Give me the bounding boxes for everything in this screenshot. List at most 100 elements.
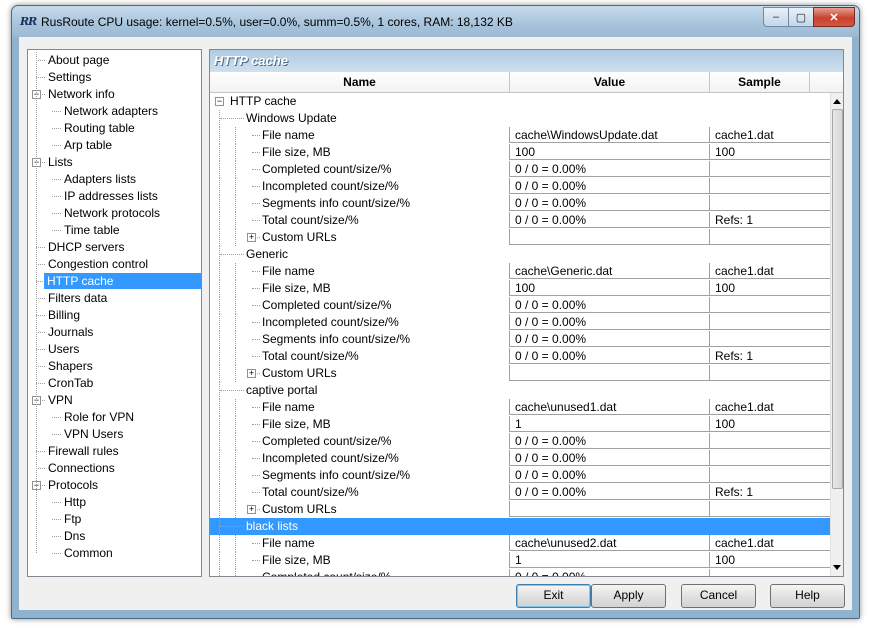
tree-item[interactable]: Dns xyxy=(62,528,87,544)
tree-item[interactable]: Time table xyxy=(62,222,122,238)
property-row[interactable]: Segments info count/size/% 0 / 0 = 0.00% xyxy=(210,331,831,348)
tree-item[interactable]: Network adapters xyxy=(62,103,160,119)
tree-item[interactable]: Arp table xyxy=(62,137,114,153)
expand-icon[interactable]: + xyxy=(247,369,256,378)
tree-item[interactable]: Filters data xyxy=(46,290,109,306)
tree-item[interactable]: Congestion control xyxy=(46,256,150,272)
property-row[interactable]: Completed count/size/% 0 / 0 = 0.00% xyxy=(210,161,831,178)
property-value[interactable]: 0 / 0 = 0.00% xyxy=(509,297,709,313)
tree-item[interactable]: VPN Users xyxy=(62,426,125,442)
tree-item[interactable]: Adapters lists xyxy=(62,171,138,187)
property-row[interactable]: File size, MB 1 100 xyxy=(210,416,831,433)
property-value[interactable]: 0 / 0 = 0.00% xyxy=(509,161,709,177)
tree-item[interactable]: HTTP cache xyxy=(44,273,201,289)
tree-item[interactable]: Shapers xyxy=(46,358,95,374)
help-button[interactable]: Help xyxy=(770,584,845,608)
property-row[interactable]: Total count/size/% 0 / 0 = 0.00% Refs: 1 xyxy=(210,348,831,365)
tree-item[interactable]: Connections xyxy=(46,460,117,476)
property-value[interactable]: 1 xyxy=(509,552,709,568)
column-header-value[interactable]: Value xyxy=(510,72,710,92)
property-row[interactable]: File name cache\Generic.dat cache1.dat xyxy=(210,263,831,280)
property-value[interactable] xyxy=(509,501,709,517)
tree-item[interactable]: Journals xyxy=(46,324,95,340)
property-grid[interactable]: − HTTP cache Windows Update File name cache\… xyxy=(210,93,831,576)
group-row[interactable]: Generic xyxy=(210,246,831,263)
collapse-icon[interactable]: − xyxy=(215,97,224,106)
vertical-scrollbar[interactable] xyxy=(830,93,843,576)
tree-item[interactable]: Common xyxy=(62,545,115,561)
property-value[interactable]: 0 / 0 = 0.00% xyxy=(509,314,709,330)
property-row[interactable]: Segments info count/size/% 0 / 0 = 0.00% xyxy=(210,467,831,484)
property-row[interactable]: + Custom URLs xyxy=(210,501,831,518)
tree-item[interactable]: Role for VPN xyxy=(62,409,136,425)
property-value[interactable]: 0 / 0 = 0.00% xyxy=(509,178,709,194)
tree-item[interactable]: Billing xyxy=(46,307,82,323)
maximize-button[interactable]: ▢ xyxy=(788,7,814,27)
tree-item[interactable]: Ftp xyxy=(62,511,83,527)
tree-item[interactable]: CronTab xyxy=(46,375,95,391)
property-value[interactable]: 0 / 0 = 0.00% xyxy=(509,484,709,500)
property-value[interactable]: 0 / 0 = 0.00% xyxy=(509,467,709,483)
property-value[interactable]: 0 / 0 = 0.00% xyxy=(509,433,709,449)
tree-item[interactable]: Routing table xyxy=(62,120,137,136)
group-row[interactable]: − HTTP cache xyxy=(210,93,831,110)
exit-button[interactable]: Exit xyxy=(516,584,591,608)
minimize-button[interactable]: – xyxy=(763,7,789,27)
property-row[interactable]: File name cache\unused2.dat cache1.dat xyxy=(210,535,831,552)
tree-item[interactable]: Network info xyxy=(46,86,117,102)
property-row[interactable]: Incompleted count/size/% 0 / 0 = 0.00% xyxy=(210,450,831,467)
tree-item[interactable]: DHCP servers xyxy=(46,239,126,255)
tree-item[interactable]: Firewall rules xyxy=(46,443,121,459)
property-value[interactable]: 0 / 0 = 0.00% xyxy=(509,195,709,211)
property-value[interactable] xyxy=(509,365,709,381)
navigation-tree[interactable]: About page Settings Network info − Network a… xyxy=(27,49,202,577)
property-row[interactable]: + Custom URLs xyxy=(210,365,831,382)
expand-icon[interactable]: + xyxy=(247,233,256,242)
tree-item[interactable]: Protocols xyxy=(46,477,100,493)
property-value[interactable]: 100 xyxy=(509,144,709,160)
property-row[interactable]: Total count/size/% 0 / 0 = 0.00% Refs: 1 xyxy=(210,484,831,501)
tree-item[interactable]: Network protocols xyxy=(62,205,162,221)
property-value[interactable]: 0 / 0 = 0.00% xyxy=(509,212,709,228)
property-row[interactable]: Incompleted count/size/% 0 / 0 = 0.00% xyxy=(210,314,831,331)
property-row[interactable]: Completed count/size/% 0 / 0 = 0.00% xyxy=(210,297,831,314)
scrollbar-thumb[interactable] xyxy=(832,109,843,489)
apply-button[interactable]: Apply xyxy=(591,584,666,608)
property-row[interactable]: File size, MB 100 100 xyxy=(210,280,831,297)
tree-item[interactable]: IP addresses lists xyxy=(62,188,160,204)
property-value[interactable]: cache\unused1.dat xyxy=(509,399,709,415)
column-header-sample[interactable]: Sample xyxy=(710,72,810,92)
property-row[interactable]: File size, MB 1 100 xyxy=(210,552,831,569)
tree-item[interactable]: About page xyxy=(46,52,111,68)
property-row[interactable]: Incompleted count/size/% 0 / 0 = 0.00% xyxy=(210,178,831,195)
property-value[interactable]: cache\Generic.dat xyxy=(509,263,709,279)
cancel-button[interactable]: Cancel xyxy=(681,584,756,608)
tree-item[interactable]: VPN xyxy=(46,392,75,408)
property-value[interactable]: 100 xyxy=(509,280,709,296)
property-row[interactable]: Completed count/size/% 0 / 0 = 0.00% xyxy=(210,433,831,450)
property-value[interactable]: 1 xyxy=(509,416,709,432)
property-value[interactable]: 0 / 0 = 0.00% xyxy=(509,348,709,364)
property-value[interactable] xyxy=(509,229,709,245)
property-row[interactable]: Total count/size/% 0 / 0 = 0.00% Refs: 1 xyxy=(210,212,831,229)
expand-icon[interactable]: + xyxy=(247,505,256,514)
tree-item[interactable]: Lists xyxy=(46,154,75,170)
scroll-up-icon[interactable] xyxy=(833,99,841,104)
property-row[interactable]: Completed count/size/% 0 / 0 = 0.00% xyxy=(210,569,831,576)
tree-item[interactable]: Settings xyxy=(46,69,93,85)
column-header-name[interactable]: Name xyxy=(210,72,510,92)
title-bar[interactable]: RR RusRoute CPU usage: kernel=0.5%, user… xyxy=(12,6,859,37)
group-row[interactable]: black lists xyxy=(210,518,831,535)
property-row[interactable]: + Custom URLs xyxy=(210,229,831,246)
close-button[interactable]: ✕ xyxy=(813,7,855,27)
group-row[interactable]: captive portal xyxy=(210,382,831,399)
scroll-down-icon[interactable] xyxy=(833,565,841,570)
property-row[interactable]: Segments info count/size/% 0 / 0 = 0.00% xyxy=(210,195,831,212)
tree-item[interactable]: Http xyxy=(62,494,88,510)
property-value[interactable]: 0 / 0 = 0.00% xyxy=(509,331,709,347)
property-value[interactable]: cache\WindowsUpdate.dat xyxy=(509,127,709,143)
property-row[interactable]: File size, MB 100 100 xyxy=(210,144,831,161)
property-value[interactable]: 0 / 0 = 0.00% xyxy=(509,450,709,466)
property-value[interactable]: cache\unused2.dat xyxy=(509,535,709,551)
group-row[interactable]: Windows Update xyxy=(210,110,831,127)
